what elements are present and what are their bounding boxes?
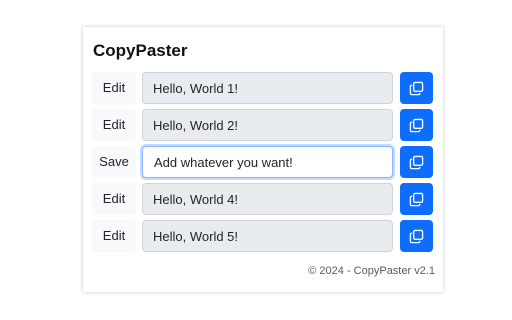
copypaster-popup: CopyPaster Edit Edit Save bbox=[83, 27, 443, 292]
snippet-field-2[interactable] bbox=[142, 109, 393, 141]
copy-icon bbox=[409, 118, 424, 133]
copy-button-2[interactable] bbox=[400, 109, 433, 141]
copy-icon bbox=[409, 155, 424, 170]
snippet-row-3: Save bbox=[92, 146, 434, 178]
snippet-row-2: Edit bbox=[92, 109, 434, 141]
snippet-row-1: Edit bbox=[92, 72, 434, 104]
copy-button-4[interactable] bbox=[400, 183, 433, 215]
snippet-field-5[interactable] bbox=[142, 220, 393, 252]
edit-button-2[interactable]: Edit bbox=[92, 109, 136, 141]
copy-icon bbox=[409, 229, 424, 244]
copy-button-1[interactable] bbox=[400, 72, 433, 104]
snippet-row-5: Edit bbox=[92, 220, 434, 252]
edit-button-5[interactable]: Edit bbox=[92, 220, 136, 252]
copy-icon bbox=[409, 81, 424, 96]
edit-button-4[interactable]: Edit bbox=[92, 183, 136, 215]
snippet-field-4[interactable] bbox=[142, 183, 393, 215]
save-button-3[interactable]: Save bbox=[92, 146, 136, 178]
snippet-field-1[interactable] bbox=[142, 72, 393, 104]
snippet-row-4: Edit bbox=[92, 183, 434, 215]
footer-copyright: © 2024 - CopyPaster v2.1 bbox=[308, 265, 435, 277]
copy-button-5[interactable] bbox=[400, 220, 433, 252]
snippet-field-3[interactable] bbox=[142, 146, 393, 178]
app-title: CopyPaster bbox=[93, 41, 188, 60]
copy-icon bbox=[409, 192, 424, 207]
copy-button-3[interactable] bbox=[400, 146, 433, 178]
edit-button-1[interactable]: Edit bbox=[92, 72, 136, 104]
